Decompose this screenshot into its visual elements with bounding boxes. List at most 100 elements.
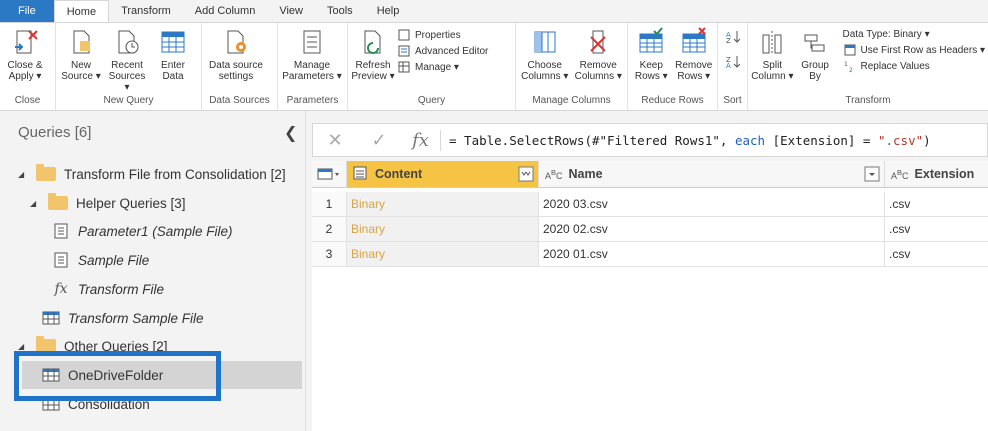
column-header-name[interactable]: ABC Name (539, 161, 885, 188)
list-type-icon (353, 166, 367, 183)
table-cell-content[interactable]: Binary (347, 217, 539, 242)
table-cell-content[interactable]: Binary (347, 242, 539, 267)
tab-home[interactable]: Home (53, 0, 110, 22)
manage-parameters-icon (299, 27, 325, 57)
function-icon[interactable]: fx (401, 129, 441, 151)
table-icon (42, 310, 60, 326)
text-type-icon: ABC (545, 167, 563, 181)
group-close: Close & Apply ▾ Close (0, 23, 56, 110)
ribbon-tab-bar: File Home Transform Add Column View Tool… (0, 0, 988, 22)
tab-view[interactable]: View (267, 0, 315, 22)
query-group-helper-queries[interactable]: ◢ Helper Queries [3] (30, 192, 186, 214)
function-icon: fx (54, 281, 68, 297)
row-number[interactable]: 1 (312, 192, 347, 217)
query-item-sample-file[interactable]: Sample File (52, 249, 149, 271)
tab-tools[interactable]: Tools (315, 0, 365, 22)
group-by-button[interactable]: Group By (796, 27, 835, 94)
query-item-transform-file[interactable]: fx Transform File (52, 278, 164, 300)
table-cell-extension[interactable]: .csv (885, 192, 988, 217)
new-source-button[interactable]: New Source ▾ (59, 27, 103, 94)
row-number[interactable]: 3 (312, 242, 347, 267)
split-column-icon (759, 27, 785, 57)
svg-text:2: 2 (849, 67, 853, 72)
table-cell-name[interactable]: 2020 01.csv (539, 242, 885, 267)
use-first-row-button[interactable]: Use First Row as Headers ▾ (843, 44, 985, 56)
tab-help[interactable]: Help (365, 0, 412, 22)
advanced-editor-icon (397, 45, 411, 57)
query-group-transform-file[interactable]: ◢ Transform File from Consolidation [2] (18, 163, 286, 185)
table-menu-icon (317, 168, 339, 180)
expand-arrow-icon[interactable]: ◢ (30, 199, 40, 208)
group-label-reduce-rows: Reduce Rows (641, 95, 704, 106)
folder-icon (36, 164, 56, 181)
advanced-editor-button[interactable]: Advanced Editor (397, 45, 488, 57)
refresh-preview-button[interactable]: Refresh Preview ▾ (351, 27, 395, 94)
row-number[interactable]: 2 (312, 217, 347, 242)
query-item-transform-sample-file[interactable]: Transform Sample File (42, 307, 204, 329)
new-source-icon (68, 27, 94, 57)
sort-ascending-icon[interactable]: AZ (726, 29, 740, 48)
data-grid: Content ABC Name ABC Extension 1 Binary … (312, 161, 988, 431)
group-reduce-rows: Keep Rows ▾ Remove Rows ▾ Reduce Rows (628, 23, 718, 110)
table-cell-name[interactable]: 2020 03.csv (539, 192, 885, 217)
group-query: Refresh Preview ▾ Properties Advanced Ed… (348, 23, 516, 110)
ribbon: Close & Apply ▾ Close New Source ▾ Recen… (0, 22, 988, 111)
cancel-icon[interactable]: ✕ (313, 130, 357, 151)
query-item-parameter1[interactable]: Parameter1 (Sample File) (52, 220, 233, 242)
replace-values-button[interactable]: 1 2 Replace Values (843, 60, 986, 73)
queries-title: Queries [6] (18, 124, 92, 141)
tab-file[interactable]: File (0, 0, 54, 22)
list-icon (52, 252, 70, 268)
close-apply-icon (12, 27, 38, 57)
group-label-manage-columns: Manage Columns (532, 95, 611, 106)
table-cell-extension[interactable]: .csv (885, 242, 988, 267)
group-by-icon (802, 27, 828, 57)
text-type-icon: ABC (891, 167, 909, 181)
data-source-settings-button[interactable]: Data source settings (205, 27, 267, 94)
table-cell-content[interactable]: Binary (347, 192, 539, 217)
group-label-parameters: Parameters (286, 95, 339, 106)
collapse-pane-icon[interactable]: ❮ (284, 123, 297, 143)
expand-arrow-icon[interactable]: ◢ (18, 342, 28, 351)
commit-icon[interactable]: ✓ (357, 130, 401, 151)
table-cell-name[interactable]: 2020 02.csv (539, 217, 885, 242)
keep-rows-button[interactable]: Keep Rows ▾ (631, 27, 672, 94)
remove-columns-button[interactable]: Remove Columns ▾ (573, 27, 625, 94)
replace-values-icon: 12 (843, 60, 857, 72)
group-manage-columns: Choose Columns ▾ Remove Columns ▾ Manage… (516, 23, 628, 110)
filter-dropdown-icon[interactable] (864, 166, 880, 185)
table-cell-extension[interactable]: .csv (885, 217, 988, 242)
enter-data-button[interactable]: Enter Data (151, 27, 195, 94)
manage-button[interactable]: Manage ▾ (397, 61, 488, 73)
svg-text:A: A (726, 62, 731, 68)
column-header-content[interactable]: Content (347, 161, 539, 188)
expand-column-icon[interactable] (518, 166, 534, 185)
split-column-button[interactable]: Split Column ▾ (751, 27, 794, 94)
formula-input[interactable]: = Table.SelectRows(#"Filtered Rows1", ea… (441, 133, 931, 148)
keep-rows-icon (638, 27, 664, 57)
folder-icon (48, 193, 68, 210)
tab-add-column[interactable]: Add Column (183, 0, 268, 22)
data-type-dropdown[interactable]: Data Type: Binary ▾ (843, 29, 986, 40)
expand-arrow-icon[interactable]: ◢ (18, 170, 28, 179)
group-label-new-query: New Query (103, 95, 154, 106)
choose-columns-button[interactable]: Choose Columns ▾ (519, 27, 571, 94)
manage-icon (397, 61, 411, 73)
group-label-transform: Transform (845, 95, 891, 106)
column-header-extension[interactable]: ABC Extension (885, 161, 988, 188)
group-label-data-sources: Data Sources (209, 95, 270, 106)
properties-button[interactable]: Properties (397, 29, 488, 41)
sort-descending-icon[interactable]: ZA (726, 54, 740, 73)
tab-transform[interactable]: Transform (109, 0, 183, 22)
table-menu-button[interactable] (312, 161, 347, 188)
group-transform: Split Column ▾ Group By Data Type: Binar… (748, 23, 988, 110)
choose-columns-icon (532, 27, 558, 57)
recent-sources-button[interactable]: Recent Sources ▾ (105, 27, 149, 94)
annotation-highlight-box (14, 351, 221, 401)
remove-rows-button[interactable]: Remove Rows ▾ (674, 27, 715, 94)
close-apply-button[interactable]: Close & Apply ▾ (3, 27, 47, 94)
group-label-query: Query (417, 95, 446, 106)
manage-parameters-button[interactable]: Manage Parameters ▾ (281, 27, 343, 94)
recent-sources-icon (114, 27, 140, 57)
data-source-settings-icon (223, 27, 249, 57)
